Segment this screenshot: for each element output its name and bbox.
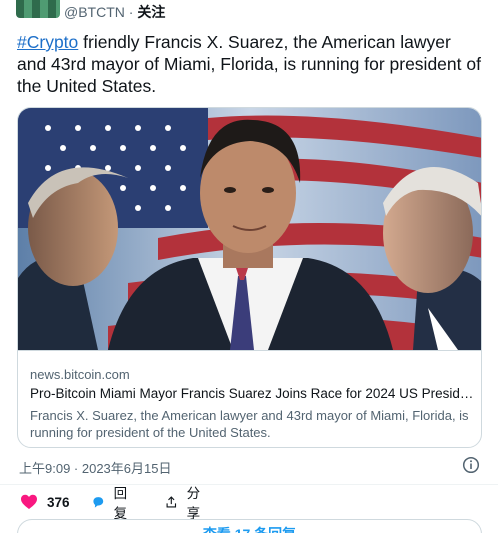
share-label: 分享	[186, 486, 201, 521]
tweet-timestamp[interactable]: 上午9:09 · 2023年6月15日	[19, 458, 171, 477]
view-replies-button[interactable]: 查看 17 条回复	[17, 519, 482, 533]
author-handle[interactable]: @BTCTN	[64, 4, 125, 20]
heart-icon	[21, 494, 37, 509]
divider	[0, 484, 498, 485]
like-count: 376	[47, 494, 70, 510]
like-button[interactable]: 376	[20, 491, 70, 513]
info-icon[interactable]	[462, 456, 480, 474]
card-title[interactable]: Pro-Bitcoin Miami Mayor Francis Suarez J…	[30, 386, 475, 401]
card-description: Francis X. Suarez, the American lawyer a…	[30, 408, 469, 440]
reply-label: 回复	[113, 486, 128, 521]
follow-button[interactable]: 关注	[137, 4, 165, 20]
card-domain[interactable]: news.bitcoin.com	[30, 367, 130, 382]
tweet-text: #Crypto friendly Francis X. Suarez, the …	[17, 31, 482, 97]
author-handle-row: @BTCTN · 关注	[64, 2, 165, 22]
hashtag-link[interactable]: #Crypto	[17, 32, 78, 52]
tweet-header: @BTCTN · 关注	[0, 0, 498, 24]
share-icon	[166, 496, 177, 508]
share-button[interactable]: 分享	[165, 486, 206, 521]
avatar[interactable]	[16, 0, 60, 18]
tweet-body: friendly Francis X. Suarez, the American…	[17, 32, 481, 96]
reply-icon	[93, 497, 104, 508]
link-preview-card[interactable]: news.bitcoin.com Pro-Bitcoin Miami Mayor…	[17, 107, 482, 448]
card-image[interactable]	[18, 108, 481, 350]
reply-button[interactable]: 回复	[92, 486, 133, 521]
handle-separator: ·	[124, 4, 138, 20]
card-meta[interactable]: news.bitcoin.com Pro-Bitcoin Miami Mayor…	[18, 350, 481, 447]
card-photo	[18, 108, 481, 350]
